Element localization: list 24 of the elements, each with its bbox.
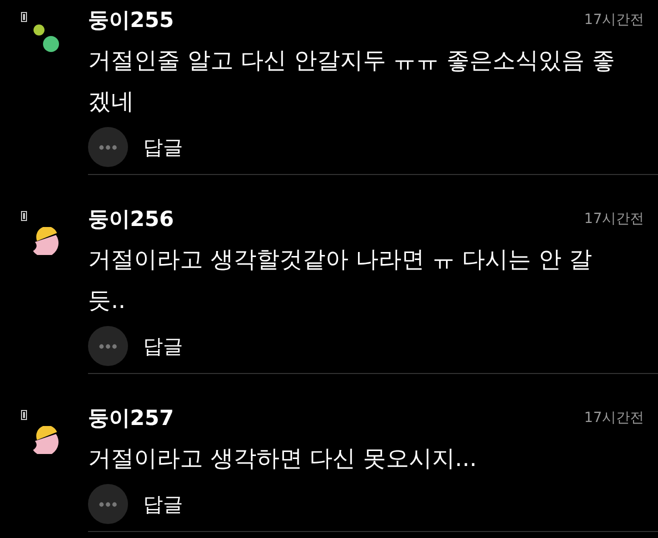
more-button[interactable] <box>88 326 128 366</box>
reply-link[interactable]: 답글 <box>143 332 183 360</box>
timestamp: 17시간전 <box>584 210 644 228</box>
timestamp: 17시간전 <box>584 11 644 29</box>
user-name: 둥이256 <box>88 206 174 233</box>
avatar-icon <box>31 227 59 255</box>
user-name: 둥이257 <box>88 405 174 432</box>
badge-icon <box>21 410 27 420</box>
avatar-icon <box>32 23 60 53</box>
more-icon <box>99 502 117 506</box>
more-button[interactable] <box>88 484 128 524</box>
avatar-icon <box>31 426 59 454</box>
reply-link[interactable]: 답글 <box>143 490 183 518</box>
user-name: 둥이255 <box>88 7 174 34</box>
timestamp: 17시간전 <box>584 409 644 427</box>
more-icon <box>99 144 117 150</box>
more-icon <box>99 344 117 348</box>
badge-icon <box>21 12 27 22</box>
reply-link[interactable]: 답글 <box>143 134 183 160</box>
more-button[interactable] <box>88 127 128 167</box>
badge-icon <box>21 211 27 221</box>
comment-text: 거절이라고 생각하면 다신 못오시지... <box>88 445 478 474</box>
comment-text: 거절인줄 알고 다신 안갈지두 ㅠㅠ 좋은소식있음 좋겠네 <box>88 47 616 117</box>
comment-text: 거절이라고 생각할것같아 나라면 ㅠ 다시는 안 갈듯.. <box>88 246 593 316</box>
